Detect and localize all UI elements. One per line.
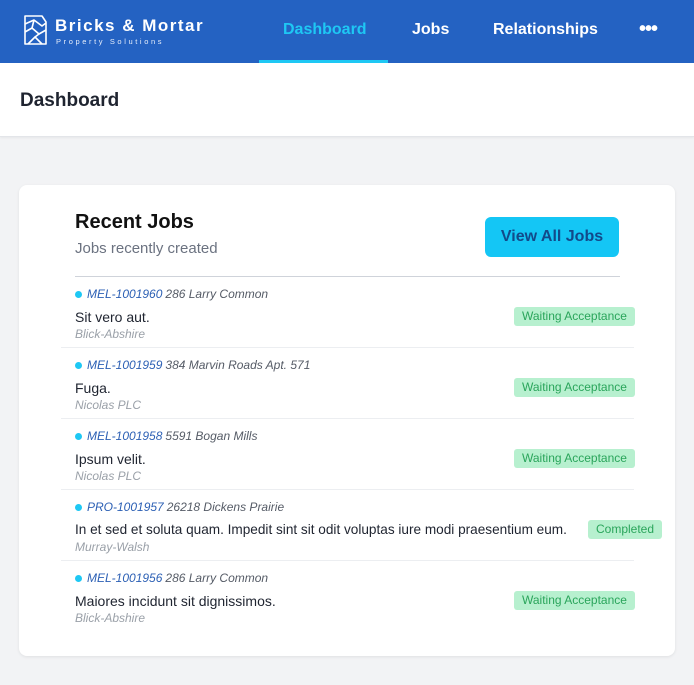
job-row[interactable]: MEL-1001960 286 Larry Common Sit vero aut… — [61, 277, 635, 348]
job-ref[interactable]: MEL-1001960 286 Larry Common — [87, 287, 268, 301]
job-client: Blick-Abshire — [75, 327, 146, 341]
job-ref[interactable]: PRO-1001957 26218 Dickens Prairie — [87, 500, 284, 514]
status-badge: Waiting Acceptance — [514, 378, 635, 397]
status-dot-icon — [75, 433, 82, 440]
job-list: MEL-1001960 286 Larry Common Sit vero aut… — [61, 277, 663, 632]
job-title: Sit vero aut. — [75, 309, 150, 325]
status-dot-icon — [75, 291, 82, 298]
job-address: 384 Marvin Roads Apt. 571 — [165, 358, 311, 372]
job-title: In et sed et soluta quam. Impedit sint s… — [75, 522, 567, 537]
job-title: Fuga. — [75, 380, 111, 396]
job-client: Blick-Abshire — [75, 611, 146, 625]
status-dot-icon — [75, 575, 82, 582]
job-ref[interactable]: MEL-1001959 384 Marvin Roads Apt. 571 — [87, 358, 310, 372]
job-address: 286 Larry Common — [165, 287, 269, 301]
view-all-jobs-button[interactable]: View All Jobs — [485, 217, 619, 257]
building-logo-icon[interactable] — [22, 14, 48, 46]
job-row[interactable]: PRO-1001957 26218 Dickens Prairie In et s… — [61, 490, 663, 561]
job-ref[interactable]: MEL-1001956 286 Larry Common — [87, 571, 268, 585]
status-badge: Waiting Acceptance — [514, 591, 635, 610]
job-address: 5591 Bogan Mills — [165, 429, 258, 443]
job-client: Nicolas PLC — [75, 398, 142, 412]
nav-relationships[interactable]: Relationships — [493, 0, 598, 63]
page-header: Dashboard — [0, 63, 694, 137]
job-title: Ipsum velit. — [75, 451, 146, 467]
status-dot-icon — [75, 362, 82, 369]
top-navigation-bar: Bricks & Mortar Property Solutions Dashb… — [0, 0, 694, 64]
nav-dashboard[interactable]: Dashboard — [283, 0, 367, 63]
page-title: Dashboard — [20, 90, 120, 111]
card-subtitle: Jobs recently created — [75, 240, 218, 257]
nav-jobs[interactable]: Jobs — [412, 0, 449, 63]
recent-jobs-card: Recent Jobs Jobs recently created View A… — [19, 185, 675, 656]
job-client: Murray-Walsh — [75, 540, 150, 554]
status-dot-icon — [75, 504, 82, 511]
more-dots-icon[interactable]: ••• — [639, 19, 661, 40]
card-title: Recent Jobs — [75, 211, 194, 233]
job-row[interactable]: MEL-1001958 5591 Bogan Mills Ipsum velit.… — [61, 419, 635, 490]
status-badge: Waiting Acceptance — [514, 449, 635, 468]
job-address: 26218 Dickens Prairie — [166, 500, 285, 514]
brand-tagline: Property Solutions — [56, 37, 165, 46]
job-title: Maiores incidunt sit dignissimos. — [75, 593, 276, 609]
job-row[interactable]: MEL-1001959 384 Marvin Roads Apt. 571 Fug… — [61, 348, 635, 419]
status-badge: Waiting Acceptance — [514, 307, 635, 326]
job-client: Nicolas PLC — [75, 469, 142, 483]
job-address: 286 Larry Common — [165, 571, 269, 585]
job-row[interactable]: MEL-1001956 286 Larry Common Maiores inci… — [61, 561, 635, 632]
brand-name[interactable]: Bricks & Mortar — [55, 16, 204, 36]
job-ref[interactable]: MEL-1001958 5591 Bogan Mills — [87, 429, 257, 443]
status-badge: Completed — [588, 520, 663, 539]
